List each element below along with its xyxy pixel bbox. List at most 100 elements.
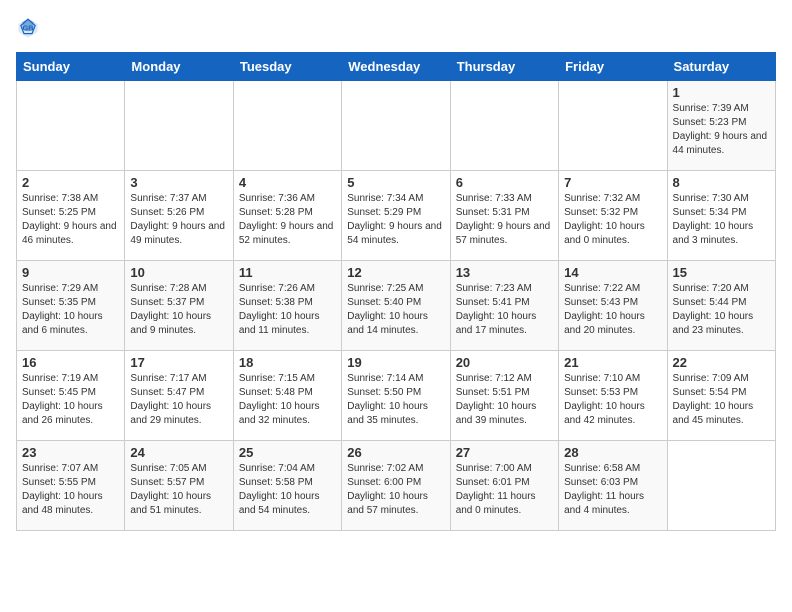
day-number: 26 <box>347 445 444 460</box>
day-number: 19 <box>347 355 444 370</box>
calendar-day-cell: 5 Sunrise: 7:34 AMSunset: 5:29 PMDaylight… <box>342 171 450 261</box>
calendar-day-cell: 20 Sunrise: 7:12 AMSunset: 5:51 PMDayligh… <box>450 351 558 441</box>
calendar-day-cell: 12 Sunrise: 7:25 AMSunset: 5:40 PMDayligh… <box>342 261 450 351</box>
calendar-day-cell: 22 Sunrise: 7:09 AMSunset: 5:54 PMDayligh… <box>667 351 775 441</box>
day-number: 9 <box>22 265 119 280</box>
calendar-day-cell: 4 Sunrise: 7:36 AMSunset: 5:28 PMDaylight… <box>233 171 341 261</box>
day-number: 15 <box>673 265 770 280</box>
day-info: Sunrise: 7:29 AMSunset: 5:35 PMDaylight:… <box>22 282 119 338</box>
day-number: 22 <box>673 355 770 370</box>
calendar-day-cell: 25 Sunrise: 7:04 AMSunset: 5:58 PMDayligh… <box>233 441 341 531</box>
day-info: Sunrise: 7:23 AMSunset: 5:41 PMDaylight:… <box>456 282 553 338</box>
day-info: Sunrise: 7:04 AMSunset: 5:58 PMDaylight:… <box>239 462 336 518</box>
calendar-day-cell: 15 Sunrise: 7:20 AMSunset: 5:44 PMDayligh… <box>667 261 775 351</box>
day-number: 12 <box>347 265 444 280</box>
calendar-day-cell: 26 Sunrise: 7:02 AMSunset: 6:00 PMDayligh… <box>342 441 450 531</box>
day-of-week-header: Friday <box>559 53 667 81</box>
calendar-day-cell: 24Sunrise: 7:05 AMSunset: 5:57 PMDayligh… <box>125 441 233 531</box>
calendar-day-cell: 14 Sunrise: 7:22 AMSunset: 5:43 PMDayligh… <box>559 261 667 351</box>
day-number: 28 <box>564 445 661 460</box>
day-number: 20 <box>456 355 553 370</box>
day-info: Sunrise: 7:17 AMSunset: 5:47 PMDaylight:… <box>130 372 227 428</box>
calendar-table: SundayMondayTuesdayWednesdayThursdayFrid… <box>16 52 776 531</box>
calendar-week-row: 2 Sunrise: 7:38 AMSunset: 5:25 PMDaylight… <box>17 171 776 261</box>
calendar-day-cell <box>125 81 233 171</box>
day-info: Sunrise: 7:33 AMSunset: 5:31 PMDaylight:… <box>456 192 553 248</box>
calendar-day-cell: 11 Sunrise: 7:26 AMSunset: 5:38 PMDayligh… <box>233 261 341 351</box>
day-number: 27 <box>456 445 553 460</box>
day-info: Sunrise: 7:32 AMSunset: 5:32 PMDaylight:… <box>564 192 661 248</box>
day-number: 2 <box>22 175 119 190</box>
day-of-week-header: Saturday <box>667 53 775 81</box>
calendar-week-row: 1 Sunrise: 7:39 AMSunset: 5:23 PMDaylight… <box>17 81 776 171</box>
calendar-day-cell: 23 Sunrise: 7:07 AMSunset: 5:55 PMDayligh… <box>17 441 125 531</box>
calendar-day-cell: 2 Sunrise: 7:38 AMSunset: 5:25 PMDaylight… <box>17 171 125 261</box>
day-info: Sunrise: 7:00 AMSunset: 6:01 PMDaylight:… <box>456 462 553 518</box>
calendar-day-cell: 17 Sunrise: 7:17 AMSunset: 5:47 PMDayligh… <box>125 351 233 441</box>
calendar-day-cell: 27 Sunrise: 7:00 AMSunset: 6:01 PMDayligh… <box>450 441 558 531</box>
day-info: Sunrise: 7:25 AMSunset: 5:40 PMDaylight:… <box>347 282 444 338</box>
day-info: Sunrise: 7:28 AMSunset: 5:37 PMDaylight:… <box>130 282 227 338</box>
calendar-day-cell <box>233 81 341 171</box>
day-info: Sunrise: 7:38 AMSunset: 5:25 PMDaylight:… <box>22 192 119 248</box>
day-info: Sunrise: 7:19 AMSunset: 5:45 PMDaylight:… <box>22 372 119 428</box>
calendar-header-row: SundayMondayTuesdayWednesdayThursdayFrid… <box>17 53 776 81</box>
calendar-day-cell: 16 Sunrise: 7:19 AMSunset: 5:45 PMDayligh… <box>17 351 125 441</box>
day-number: 6 <box>456 175 553 190</box>
calendar-day-cell <box>450 81 558 171</box>
logo: GB <box>16 16 44 40</box>
day-number: 8 <box>673 175 770 190</box>
day-of-week-header: Thursday <box>450 53 558 81</box>
calendar-day-cell: 19 Sunrise: 7:14 AMSunset: 5:50 PMDayligh… <box>342 351 450 441</box>
day-number: 5 <box>347 175 444 190</box>
day-info: Sunrise: 7:12 AMSunset: 5:51 PMDaylight:… <box>456 372 553 428</box>
calendar-day-cell: 13 Sunrise: 7:23 AMSunset: 5:41 PMDayligh… <box>450 261 558 351</box>
day-number: 13 <box>456 265 553 280</box>
calendar-day-cell: 18 Sunrise: 7:15 AMSunset: 5:48 PMDayligh… <box>233 351 341 441</box>
calendar-day-cell: 3Sunrise: 7:37 AMSunset: 5:26 PMDaylight… <box>125 171 233 261</box>
day-info: Sunrise: 7:39 AMSunset: 5:23 PMDaylight:… <box>673 102 770 158</box>
calendar-day-cell <box>17 81 125 171</box>
calendar-day-cell <box>667 441 775 531</box>
day-info: Sunrise: 7:02 AMSunset: 6:00 PMDaylight:… <box>347 462 444 518</box>
day-number: 14 <box>564 265 661 280</box>
day-info: Sunrise: 7:26 AMSunset: 5:38 PMDaylight:… <box>239 282 336 338</box>
calendar-day-cell: 21Sunrise: 7:10 AMSunset: 5:53 PMDayligh… <box>559 351 667 441</box>
day-number: 17 <box>130 355 227 370</box>
svg-text:GB: GB <box>23 23 34 32</box>
page-header: GB <box>16 16 776 40</box>
generalblue-logo-icon: GB <box>16 16 40 40</box>
day-number: 25 <box>239 445 336 460</box>
day-number: 11 <box>239 265 336 280</box>
calendar-day-cell: 6 Sunrise: 7:33 AMSunset: 5:31 PMDaylight… <box>450 171 558 261</box>
calendar-day-cell: 1 Sunrise: 7:39 AMSunset: 5:23 PMDaylight… <box>667 81 775 171</box>
day-info: Sunrise: 7:14 AMSunset: 5:50 PMDaylight:… <box>347 372 444 428</box>
day-of-week-header: Tuesday <box>233 53 341 81</box>
day-info: Sunrise: 7:15 AMSunset: 5:48 PMDaylight:… <box>239 372 336 428</box>
day-info: Sunrise: 7:36 AMSunset: 5:28 PMDaylight:… <box>239 192 336 248</box>
calendar-week-row: 9 Sunrise: 7:29 AMSunset: 5:35 PMDaylight… <box>17 261 776 351</box>
day-number: 16 <box>22 355 119 370</box>
day-of-week-header: Monday <box>125 53 233 81</box>
day-number: 10 <box>130 265 227 280</box>
day-info: Sunrise: 7:10 AMSunset: 5:53 PMDaylight:… <box>564 372 661 428</box>
day-number: 23 <box>22 445 119 460</box>
day-info: Sunrise: 7:37 AMSunset: 5:26 PMDaylight:… <box>130 192 227 248</box>
calendar-week-row: 16 Sunrise: 7:19 AMSunset: 5:45 PMDayligh… <box>17 351 776 441</box>
day-of-week-header: Wednesday <box>342 53 450 81</box>
day-number: 1 <box>673 85 770 100</box>
day-info: Sunrise: 7:05 AMSunset: 5:57 PMDaylight:… <box>130 462 227 518</box>
calendar-day-cell: 9 Sunrise: 7:29 AMSunset: 5:35 PMDaylight… <box>17 261 125 351</box>
day-info: Sunrise: 7:09 AMSunset: 5:54 PMDaylight:… <box>673 372 770 428</box>
calendar-day-cell <box>559 81 667 171</box>
day-number: 7 <box>564 175 661 190</box>
calendar-day-cell: 8Sunrise: 7:30 AMSunset: 5:34 PMDaylight… <box>667 171 775 261</box>
day-number: 18 <box>239 355 336 370</box>
day-info: Sunrise: 7:22 AMSunset: 5:43 PMDaylight:… <box>564 282 661 338</box>
day-number: 4 <box>239 175 336 190</box>
day-info: Sunrise: 7:20 AMSunset: 5:44 PMDaylight:… <box>673 282 770 338</box>
calendar-day-cell: 10 Sunrise: 7:28 AMSunset: 5:37 PMDayligh… <box>125 261 233 351</box>
day-of-week-header: Sunday <box>17 53 125 81</box>
day-info: Sunrise: 7:07 AMSunset: 5:55 PMDaylight:… <box>22 462 119 518</box>
day-info: Sunrise: 7:34 AMSunset: 5:29 PMDaylight:… <box>347 192 444 248</box>
